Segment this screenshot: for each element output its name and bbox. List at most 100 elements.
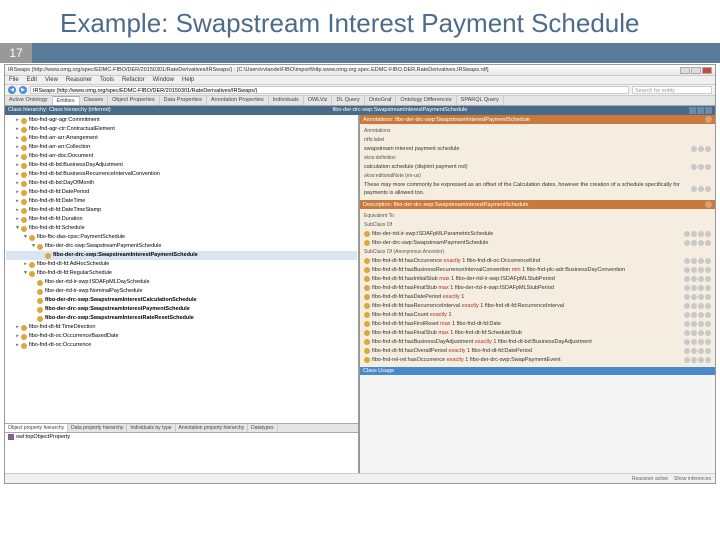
action-icon[interactable] xyxy=(691,357,697,363)
menu-reasoner[interactable]: Reasoner xyxy=(66,77,92,83)
action-icon[interactable] xyxy=(691,267,697,273)
tree-twisty-icon[interactable]: ▸ xyxy=(14,188,21,197)
menu-view[interactable]: View xyxy=(45,77,58,83)
tree-twisty-icon[interactable]: ▸ xyxy=(14,134,21,143)
tree-row[interactable]: fibo-der-drc-swp:SwapstreamInterestPayme… xyxy=(6,305,357,314)
tab-owlviz[interactable]: OWLViz xyxy=(304,96,333,105)
tree-row[interactable]: fibo-der-drc-swp:SwapstreamInterestPayme… xyxy=(6,251,357,260)
tree-row[interactable]: ▸fibo-fnd-arr-doc:Document xyxy=(6,152,357,161)
action-icon[interactable] xyxy=(691,164,697,170)
action-icon[interactable] xyxy=(684,303,690,309)
tree-row[interactable]: ▸fibo-fnd-dt-bd:BusinessDayAdjustment xyxy=(6,161,357,170)
action-icon[interactable] xyxy=(691,146,697,152)
class-tree[interactable]: ▸fibo-fnd-agr-agr:Commitment▸fibo-fnd-ag… xyxy=(5,115,358,423)
tree-row[interactable]: ▸fibo-fnd-dt-fd:Duration xyxy=(6,215,357,224)
action-icon[interactable] xyxy=(691,303,697,309)
action-icon[interactable] xyxy=(684,240,690,246)
btab-individuals[interactable]: Individuals by type xyxy=(127,424,175,432)
tree-row[interactable]: ▸fibo-fnd-dt-bd:DayOfMonth xyxy=(6,179,357,188)
close-button[interactable] xyxy=(702,67,712,74)
tree-twisty-icon[interactable]: ▸ xyxy=(14,179,21,188)
panel-collapse-icon[interactable] xyxy=(705,201,712,208)
action-icon[interactable] xyxy=(691,294,697,300)
search-input[interactable]: Search for entity xyxy=(632,86,712,94)
tree-twisty-icon[interactable]: ▸ xyxy=(14,323,21,332)
action-icon[interactable] xyxy=(698,348,704,354)
action-icon[interactable] xyxy=(691,348,697,354)
action-icon[interactable] xyxy=(698,267,704,273)
tree-twisty-icon[interactable]: ▸ xyxy=(14,170,21,179)
tree-row[interactable]: ▸fibo-fnd-dt-fd:DateTime xyxy=(6,197,357,206)
tree-twisty-icon[interactable]: ▸ xyxy=(14,143,21,152)
back-button[interactable]: ◀ xyxy=(8,86,16,94)
tab-entities[interactable]: Entities xyxy=(53,96,80,105)
tree-row[interactable]: ▼fibo-fnd-dt-fd:Schedule xyxy=(6,224,357,233)
tree-row[interactable]: ▸fibo-fnd-dt-oc:Occurrence xyxy=(6,341,357,350)
action-icon[interactable] xyxy=(691,231,697,237)
action-icon[interactable] xyxy=(684,231,690,237)
add-sibling-icon[interactable] xyxy=(697,107,704,114)
action-icon[interactable] xyxy=(705,348,711,354)
tab-ontograf[interactable]: OntoGraf xyxy=(365,96,397,105)
tree-twisty-icon[interactable]: ▸ xyxy=(14,125,21,134)
action-icon[interactable] xyxy=(705,267,711,273)
tree-row[interactable]: fibo-der-drc-swp:SwapstreamInterestRateR… xyxy=(6,314,357,323)
list-item[interactable]: owl:topObjectProperty xyxy=(8,434,355,440)
tab-sparql[interactable]: SPARQL Query xyxy=(457,96,504,105)
action-icon[interactable] xyxy=(691,312,697,318)
tree-row[interactable]: ▸fibo-fnd-dt-fd:DatePeriod xyxy=(6,188,357,197)
tree-twisty-icon[interactable]: ▸ xyxy=(14,206,21,215)
right-scroll[interactable]: Annotations: fibo-der-drc-swp:Swapstream… xyxy=(360,115,715,473)
btab-datatypes[interactable]: Datatypes xyxy=(248,424,278,432)
forward-button[interactable]: ▶ xyxy=(19,86,27,94)
tree-twisty-icon[interactable]: ▼ xyxy=(22,233,29,242)
tree-twisty-icon[interactable]: ▸ xyxy=(14,161,21,170)
tree-row[interactable]: ▸fibo-fnd-agr-ctr:ContractualElement xyxy=(6,125,357,134)
tree-row[interactable]: ▸fibo-fnd-dt-fd:DateTimeStamp xyxy=(6,206,357,215)
tree-row[interactable]: ▸fibo-fnd-dt-oc:OccurrenceBasedDate xyxy=(6,332,357,341)
tree-twisty-icon[interactable]: ▼ xyxy=(22,269,29,278)
tree-row[interactable]: ▸fibo-fnd-dt-fd:AdHocSchedule xyxy=(6,260,357,269)
tree-row[interactable]: ▸fibo-fnd-arr-arr:Arrangement xyxy=(6,134,357,143)
action-icon[interactable] xyxy=(684,258,690,264)
action-icon[interactable] xyxy=(705,258,711,264)
tree-twisty-icon[interactable]: ▼ xyxy=(14,224,21,233)
action-icon[interactable] xyxy=(698,294,704,300)
action-icon[interactable] xyxy=(684,321,690,327)
action-icon[interactable] xyxy=(684,294,690,300)
action-icon[interactable] xyxy=(705,303,711,309)
action-icon[interactable] xyxy=(705,339,711,345)
action-icon[interactable] xyxy=(691,321,697,327)
btab-annotation-props[interactable]: Annotation property hierarchy xyxy=(176,424,249,432)
tree-twisty-icon[interactable]: ▸ xyxy=(14,116,21,125)
action-icon[interactable] xyxy=(698,276,704,282)
action-icon[interactable] xyxy=(691,276,697,282)
tab-data-properties[interactable]: Data Properties xyxy=(160,96,207,105)
action-icon[interactable] xyxy=(698,330,704,336)
tree-row[interactable]: ▼fibo-fnd-dt-fd:RegularSchedule xyxy=(6,269,357,278)
action-icon[interactable] xyxy=(705,357,711,363)
action-icon[interactable] xyxy=(705,146,711,152)
action-icon[interactable] xyxy=(684,276,690,282)
action-icon[interactable] xyxy=(705,312,711,318)
action-icon[interactable] xyxy=(691,240,697,246)
menu-tools[interactable]: Tools xyxy=(100,77,114,83)
action-icon[interactable] xyxy=(684,348,690,354)
action-icon[interactable] xyxy=(691,258,697,264)
tree-twisty-icon[interactable]: ▸ xyxy=(14,197,21,206)
action-icon[interactable] xyxy=(684,339,690,345)
tree-row[interactable]: ▸fibo-fnd-agr-agr:Commitment xyxy=(6,116,357,125)
action-icon[interactable] xyxy=(691,285,697,291)
action-icon[interactable] xyxy=(705,294,711,300)
menu-edit[interactable]: Edit xyxy=(27,77,37,83)
tree-row[interactable]: ▸fibo-fnd-dt-bd:BusinessRecurrenceInterv… xyxy=(6,170,357,179)
maximize-button[interactable] xyxy=(691,67,701,74)
tree-row[interactable]: fibo-der-rtd-ir-swp:ISDAFpMLDaySchedule xyxy=(6,278,357,287)
menu-help[interactable]: Help xyxy=(182,77,194,83)
tree-row[interactable]: ▸fibo-fnd-dt-fd:TimeDirection xyxy=(6,323,357,332)
action-icon[interactable] xyxy=(705,231,711,237)
panel-collapse-icon[interactable] xyxy=(705,116,712,123)
action-icon[interactable] xyxy=(698,146,704,152)
btab-data-props[interactable]: Data property hierarchy xyxy=(68,424,127,432)
tab-classes[interactable]: Classes xyxy=(80,96,109,105)
